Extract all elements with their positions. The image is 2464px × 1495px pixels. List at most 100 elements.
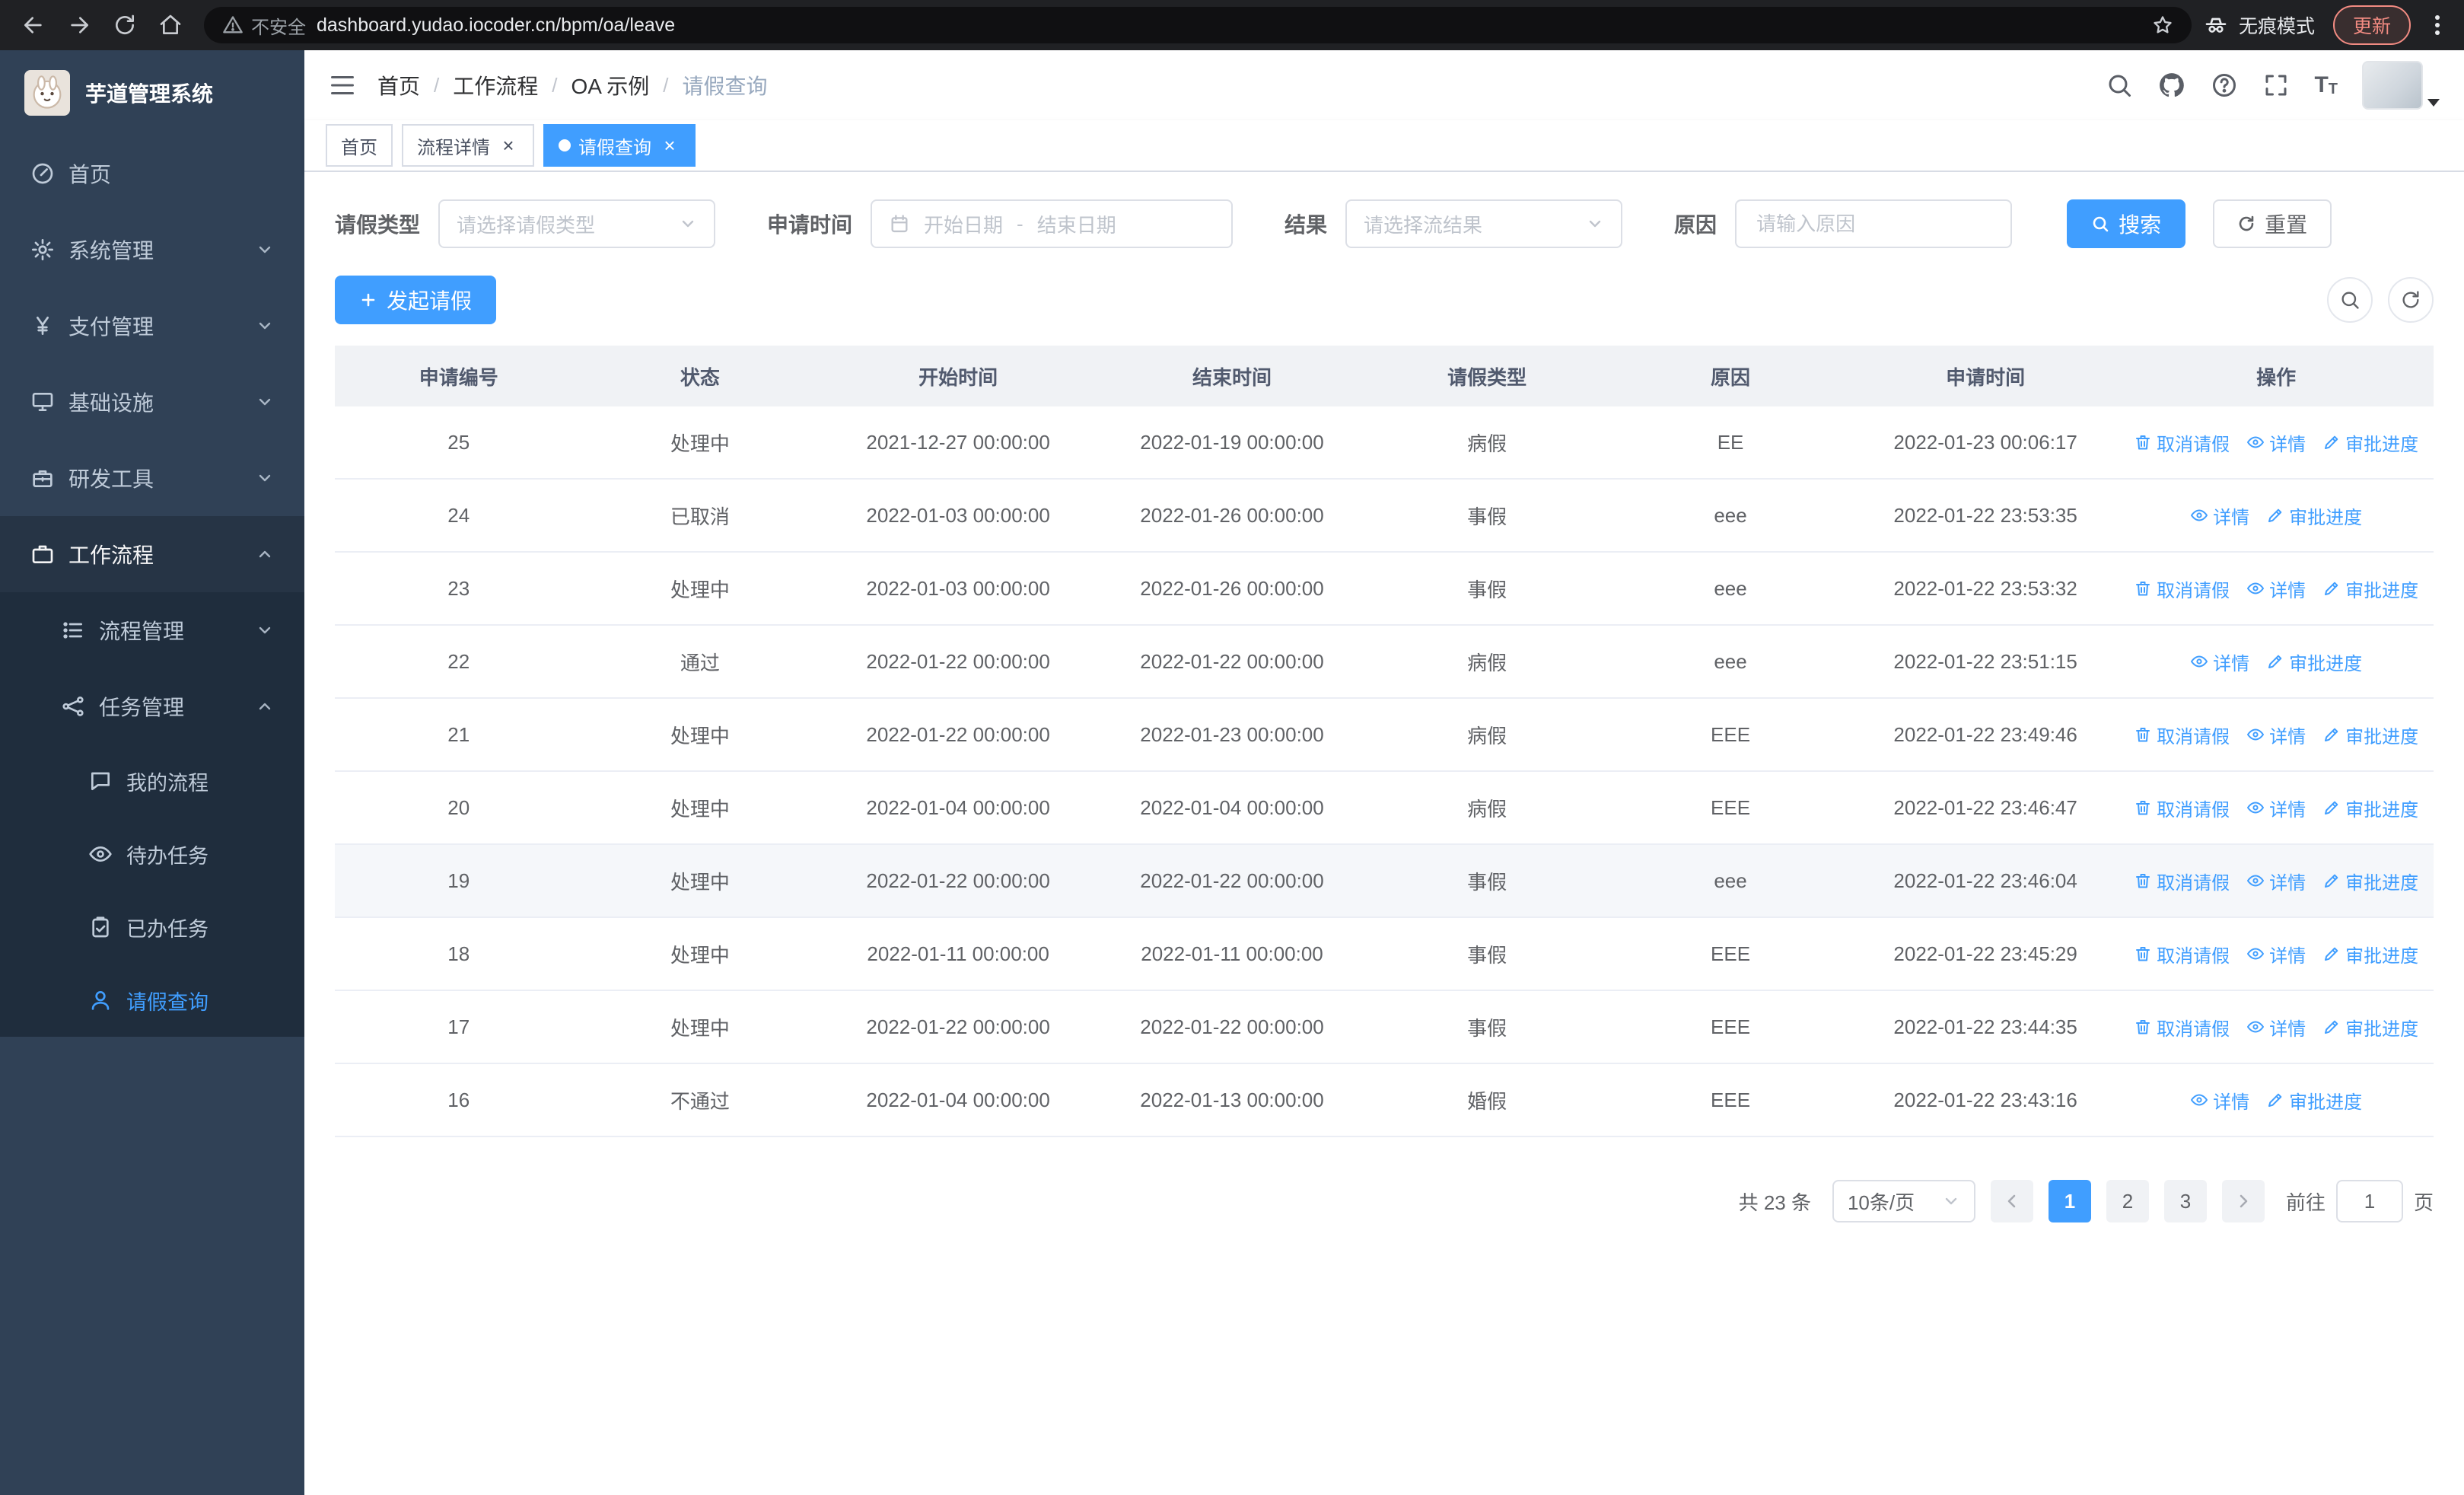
- apply-time-label: 申请时间: [767, 213, 853, 237]
- sidebar-item-home[interactable]: 首页: [0, 135, 304, 212]
- sidebar-item-process-management[interactable]: 流程管理: [0, 592, 304, 668]
- prev-page-button[interactable]: [1990, 1180, 2033, 1222]
- address-bar[interactable]: 不安全 dashboard.yudao.iocoder.cn/bpm/oa/le…: [204, 7, 2192, 43]
- hide-search-button[interactable]: [2327, 277, 2373, 323]
- logo-avatar: [24, 70, 70, 116]
- leave-type-select[interactable]: 请选择请假类型: [438, 199, 716, 248]
- sidebar-item-system[interactable]: 系统管理: [0, 212, 304, 288]
- trash-icon: [2136, 1020, 2150, 1034]
- back-icon[interactable]: [12, 4, 55, 46]
- share-nodes-icon: [62, 696, 84, 716]
- sidebar-item-done-tasks[interactable]: 已办任务: [0, 891, 304, 964]
- forward-icon[interactable]: [58, 4, 100, 46]
- approval-progress-link[interactable]: 审批进度: [2322, 795, 2418, 821]
- cell-reason: EEE: [1609, 698, 1852, 772]
- detail-link[interactable]: 详情: [2246, 1014, 2306, 1041]
- approval-progress-link[interactable]: 审批进度: [2266, 1087, 2362, 1114]
- cell-end-time: 2022-01-04 00:00:00: [1098, 771, 1366, 845]
- sidebar-item-todo-tasks[interactable]: 待办任务: [0, 818, 304, 891]
- refresh-table-button[interactable]: [2388, 277, 2434, 323]
- detail-link[interactable]: 详情: [2246, 795, 2306, 821]
- reload-icon[interactable]: [103, 4, 146, 46]
- update-button[interactable]: 更新: [2332, 5, 2411, 45]
- home-icon[interactable]: [149, 4, 192, 46]
- sidebar-item-leave-query[interactable]: 请假查询: [0, 964, 304, 1037]
- approval-progress-link[interactable]: 审批进度: [2266, 649, 2362, 675]
- column-header: 操作: [2119, 346, 2434, 406]
- tab-home[interactable]: 首页: [326, 124, 393, 167]
- eye-icon: [2191, 509, 2208, 521]
- reason-label: 原因: [1674, 213, 1717, 237]
- cancel-leave-link[interactable]: 取消请假: [2134, 868, 2230, 894]
- security-label: 不安全: [251, 17, 306, 38]
- user-menu[interactable]: [2362, 61, 2440, 110]
- page-button-1[interactable]: 1: [2048, 1180, 2091, 1222]
- detail-link[interactable]: 详情: [2190, 649, 2249, 675]
- cancel-leave-link[interactable]: 取消请假: [2134, 1014, 2230, 1041]
- sidebar-item-payment[interactable]: 支付管理: [0, 288, 304, 364]
- cell-start-time: 2022-01-03 00:00:00: [817, 552, 1099, 626]
- close-icon[interactable]: ×: [498, 135, 519, 156]
- create-leave-button[interactable]: 发起请假: [335, 276, 497, 324]
- sidebar-item-workflow[interactable]: 工作流程: [0, 516, 304, 592]
- approval-progress-link[interactable]: 审批进度: [2322, 722, 2418, 748]
- font-size-icon[interactable]: TT: [2314, 74, 2338, 97]
- security-warning[interactable]: 不安全: [222, 12, 306, 39]
- sidebar-item-task-management[interactable]: 任务管理: [0, 668, 304, 744]
- cell-status: 处理中: [582, 552, 818, 626]
- page-button-3[interactable]: 3: [2163, 1180, 2207, 1222]
- help-icon[interactable]: [2211, 72, 2238, 99]
- cell-leave-type: 事假: [1365, 479, 1609, 553]
- trash-icon: [2136, 435, 2150, 450]
- breadcrumb-oa-example[interactable]: OA 示例: [571, 70, 650, 100]
- approval-progress-link[interactable]: 审批进度: [2322, 429, 2418, 456]
- close-icon[interactable]: ×: [659, 135, 680, 156]
- breadcrumb-workflow[interactable]: 工作流程: [453, 70, 538, 100]
- approval-progress-link[interactable]: 审批进度: [2322, 575, 2418, 602]
- sidebar-collapse-icon[interactable]: [329, 72, 356, 99]
- browser-menu-icon[interactable]: [2429, 15, 2446, 35]
- page-size-select[interactable]: 10条/页: [1832, 1180, 1975, 1222]
- goto-page-input[interactable]: [2335, 1180, 2403, 1222]
- approval-progress-link[interactable]: 审批进度: [2322, 868, 2418, 894]
- leave-type-label: 请假类型: [335, 213, 421, 237]
- detail-link[interactable]: 详情: [2246, 429, 2306, 456]
- date-range-picker[interactable]: 开始日期 - 结束日期: [871, 199, 1234, 248]
- detail-link[interactable]: 详情: [2246, 575, 2306, 602]
- cancel-leave-link[interactable]: 取消请假: [2134, 722, 2230, 748]
- approval-progress-link[interactable]: 审批进度: [2266, 502, 2362, 529]
- cell-reason: EEE: [1609, 1063, 1852, 1137]
- fullscreen-icon[interactable]: [2262, 72, 2290, 99]
- sidebar-item-infrastructure[interactable]: 基础设施: [0, 364, 304, 440]
- search-button[interactable]: 搜索: [2067, 199, 2186, 248]
- result-select[interactable]: 请选择流结果: [1345, 199, 1623, 248]
- avatar[interactable]: [2362, 61, 2423, 110]
- tab-process-detail[interactable]: 流程详情 ×: [402, 124, 534, 167]
- cell-end-time: 2022-01-13 00:00:00: [1098, 1063, 1366, 1137]
- cancel-leave-link[interactable]: 取消请假: [2134, 795, 2230, 821]
- detail-link[interactable]: 详情: [2190, 502, 2249, 529]
- cancel-leave-link[interactable]: 取消请假: [2134, 941, 2230, 967]
- bookmark-star-icon[interactable]: [2152, 14, 2173, 36]
- sidebar-item-my-process[interactable]: 我的流程: [0, 744, 304, 818]
- page-button-2[interactable]: 2: [2106, 1180, 2149, 1222]
- detail-link[interactable]: 详情: [2246, 868, 2306, 894]
- next-page-button[interactable]: [2221, 1180, 2265, 1222]
- sidebar-item-label: 我的流程: [126, 771, 209, 795]
- logo[interactable]: 芋道管理系统: [0, 50, 304, 135]
- detail-link[interactable]: 详情: [2190, 1087, 2249, 1114]
- detail-link[interactable]: 详情: [2246, 722, 2306, 748]
- search-icon[interactable]: [2106, 72, 2133, 99]
- cancel-leave-link[interactable]: 取消请假: [2134, 429, 2230, 456]
- approval-progress-link[interactable]: 审批进度: [2322, 1014, 2418, 1041]
- approval-progress-link[interactable]: 审批进度: [2322, 941, 2418, 967]
- reason-input[interactable]: [1753, 210, 1994, 237]
- breadcrumb-home[interactable]: 首页: [377, 70, 420, 100]
- tab-leave-query[interactable]: 请假查询 ×: [543, 124, 696, 167]
- sidebar-item-devtools[interactable]: 研发工具: [0, 440, 304, 516]
- cancel-leave-link[interactable]: 取消请假: [2134, 575, 2230, 602]
- github-icon[interactable]: [2157, 71, 2186, 100]
- reset-button[interactable]: 重置: [2213, 199, 2332, 248]
- cell-operations: 详情 审批进度: [2119, 625, 2434, 699]
- detail-link[interactable]: 详情: [2246, 941, 2306, 967]
